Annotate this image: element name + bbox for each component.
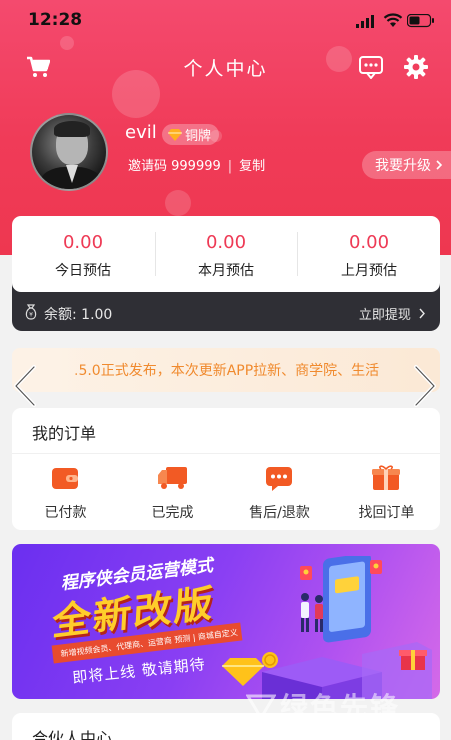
earnings-value: 0.00	[62, 232, 104, 253]
my-orders-card: 我的订单 已付款 已完成 售后/退款 找回订单	[12, 408, 440, 530]
wallet-icon	[52, 468, 78, 489]
upgrade-label: 我要升级	[375, 158, 431, 174]
order-label: 找回订单	[358, 505, 415, 521]
order-label: 已付款	[44, 505, 87, 521]
orders-title: 我的订单	[32, 424, 97, 443]
earnings-card: 0.00 今日预估 0.00 本月预估 0.00 上月预估	[12, 216, 440, 292]
diamond-icon	[168, 128, 182, 141]
announcement-bar[interactable]: .5.0正式发布，本次更新APP拉新、商学院、生活	[12, 348, 440, 392]
earnings-label: 今日预估	[55, 263, 111, 279]
gift-box-icon	[372, 465, 400, 490]
truck-icon	[158, 467, 187, 489]
chevron-right-icon	[436, 160, 443, 170]
invite-code: 邀请码 999999	[128, 159, 221, 174]
earnings-label: 本月预估	[198, 263, 254, 279]
chat-bubble-icon	[266, 467, 292, 491]
message-icon[interactable]	[358, 54, 384, 80]
level-badge-label: 铜牌	[185, 129, 212, 144]
battery-icon	[407, 14, 434, 28]
settings-gear-icon[interactable]	[403, 54, 429, 80]
level-badge: 铜牌	[162, 124, 220, 145]
carousel-prev-arrow-icon[interactable]	[10, 363, 40, 409]
decor-bubble	[165, 190, 191, 216]
carousel-next-arrow-icon[interactable]	[410, 363, 440, 409]
diamond-illustration	[222, 658, 264, 686]
red-packet-icon	[300, 566, 312, 580]
order-paid[interactable]: 已付款	[12, 464, 119, 528]
withdraw-label: 立即提现	[358, 308, 411, 323]
earnings-value: 0.00	[348, 232, 390, 253]
order-retrieve[interactable]: 找回订单	[333, 464, 440, 528]
invite-code-row: 邀请码 999999 | 复制	[128, 155, 265, 174]
wifi-icon	[383, 13, 403, 27]
top-navigation-bar: 个人中心	[0, 48, 451, 88]
partner-center-card[interactable]: 合伙人中心	[12, 713, 440, 740]
status-bar: 12:28	[0, 0, 451, 40]
promo-banner[interactable]: 程序侠会员运营模式 全新改版 新增视频会员、代理商、运营商 预测 | 商城自定义…	[12, 544, 440, 699]
copy-button[interactable]: 复制	[239, 159, 265, 174]
svg-text:¥: ¥	[29, 312, 33, 319]
chevron-right-icon	[419, 308, 425, 319]
money-bag-icon: ¥	[25, 304, 37, 320]
signal-icon	[356, 15, 374, 28]
avatar[interactable]	[30, 113, 108, 191]
gift-illustration	[399, 650, 427, 670]
red-packet-icon	[370, 560, 382, 574]
avatar-hair	[54, 121, 90, 137]
withdraw-button[interactable]: 立即提现	[359, 304, 426, 323]
username: evil	[125, 122, 157, 143]
partner-title: 合伙人中心	[32, 729, 113, 740]
order-after-sales[interactable]: 售后/退款	[226, 464, 333, 528]
earnings-value: 0.00	[205, 232, 247, 253]
order-label: 已完成	[151, 505, 194, 521]
earnings-last-month[interactable]: 0.00 上月预估	[298, 216, 440, 292]
order-label: 售后/退款	[249, 505, 310, 521]
upgrade-button[interactable]: 我要升级	[362, 151, 451, 179]
earnings-label: 上月预估	[341, 263, 397, 279]
status-time: 12:28	[28, 10, 83, 30]
earnings-this-month[interactable]: 0.00 本月预估	[155, 216, 297, 292]
invite-separator: |	[227, 159, 233, 174]
order-completed[interactable]: 已完成	[119, 464, 226, 528]
balance-amount: 余额: 1.00	[44, 307, 113, 323]
people-illustration	[301, 593, 323, 632]
coin-icon	[262, 652, 278, 668]
announcement-text: .5.0正式发布，本次更新APP拉新、商学院、生活	[74, 363, 380, 379]
earnings-today[interactable]: 0.00 今日预估	[12, 216, 154, 292]
divider	[12, 453, 440, 454]
